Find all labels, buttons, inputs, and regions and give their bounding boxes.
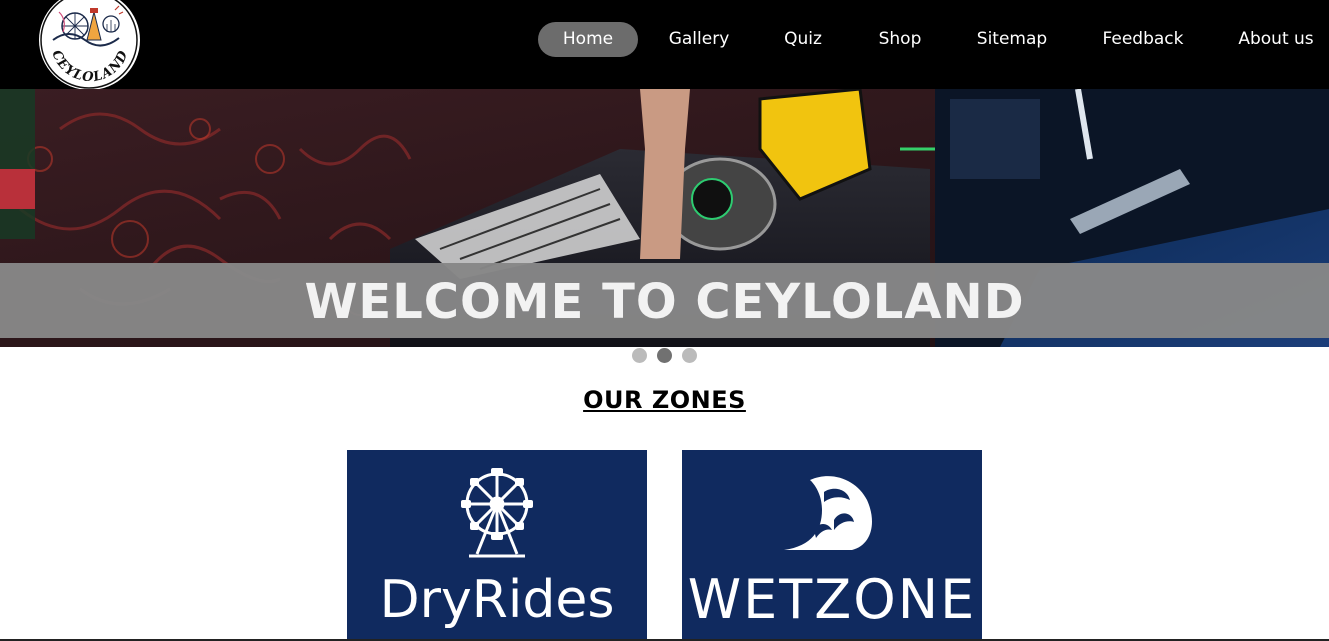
site-header: CEYLOLAND Home Gallery Quiz Shop Sitemap… (0, 0, 1329, 90)
zone-label-wetzone: WETZONE (687, 568, 977, 631)
nav-shop[interactable]: Shop (865, 22, 935, 57)
zones-heading: OUR ZONES (583, 386, 746, 414)
nav-home[interactable]: Home (538, 22, 638, 57)
welcome-banner: WELCOME TO CEYLOLAND (0, 263, 1329, 338)
main-nav: Home Gallery Quiz Shop Sitemap Feedback … (0, 22, 1329, 58)
hero-slideshow[interactable]: WELCOME TO CEYLOLAND (0, 89, 1329, 347)
nav-sitemap[interactable]: Sitemap (963, 22, 1061, 57)
slide-indicators (631, 348, 701, 363)
zone-label-dryrides: DryRides (379, 570, 615, 630)
slide-dot-1[interactable] (632, 348, 647, 363)
slide-dot-3[interactable] (682, 348, 697, 363)
zone-card-wetzone[interactable]: WETZONE (682, 450, 982, 641)
nav-about-us[interactable]: About us (1225, 22, 1327, 57)
nav-feedback[interactable]: Feedback (1090, 22, 1196, 57)
welcome-heading: WELCOME TO CEYLOLAND (304, 274, 1025, 330)
zone-card-dryrides[interactable]: DryRides (347, 450, 647, 641)
nav-quiz[interactable]: Quiz (771, 22, 835, 57)
nav-gallery[interactable]: Gallery (656, 22, 742, 57)
slide-dot-2[interactable] (657, 348, 672, 363)
